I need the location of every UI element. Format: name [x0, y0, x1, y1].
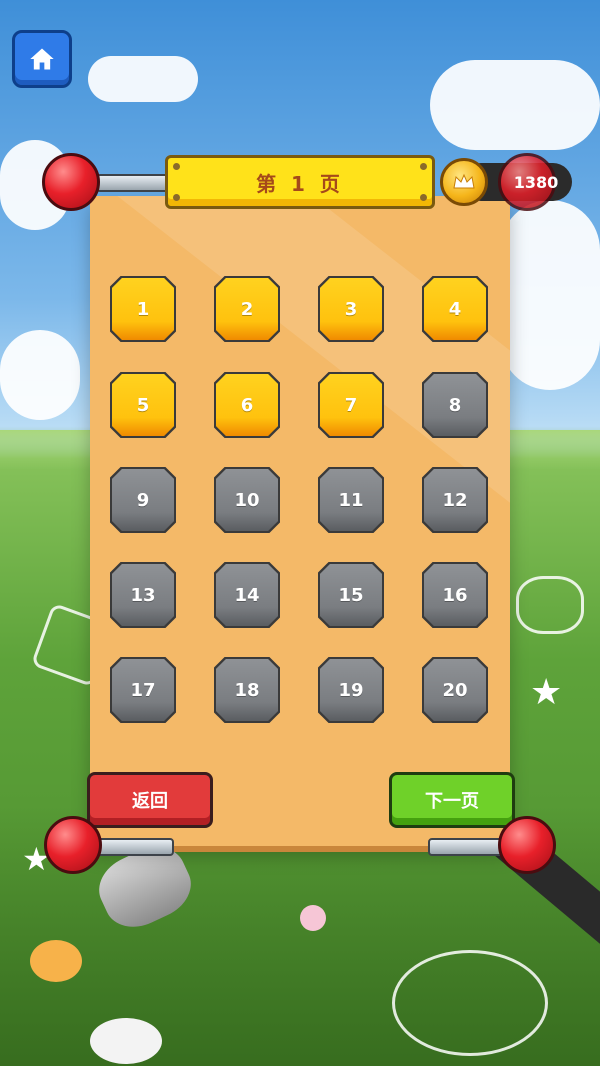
level-button[interactable]: 20 — [422, 657, 488, 723]
crown-icon — [453, 173, 475, 189]
level-label-locked: 12 — [424, 469, 486, 531]
bottom-left-knob — [44, 816, 102, 874]
level-label: 1 — [112, 278, 174, 340]
level-label: 4 — [424, 278, 486, 340]
level-label: 3 — [320, 278, 382, 340]
level-label-locked: 13 — [112, 564, 174, 626]
level-label: 2 — [216, 278, 278, 340]
bottom-left-rod — [96, 838, 174, 856]
level-button[interactable]: 17 — [110, 657, 176, 723]
level-label-locked: 18 — [216, 659, 278, 721]
level-button[interactable]: 3 — [318, 276, 384, 342]
level-button[interactable]: 10 — [214, 467, 280, 533]
level-label: 7 — [320, 374, 382, 436]
level-button[interactable]: 4 — [422, 276, 488, 342]
level-label-locked: 19 — [320, 659, 382, 721]
home-button[interactable] — [12, 30, 72, 88]
level-button[interactable]: 6 — [214, 372, 280, 438]
level-button[interactable]: 7 — [318, 372, 384, 438]
page-title-plate: 第 1 页 — [165, 155, 435, 209]
level-label-locked: 14 — [216, 564, 278, 626]
level-label: 6 — [216, 374, 278, 436]
level-button[interactable]: 5 — [110, 372, 176, 438]
level-button[interactable]: 2 — [214, 276, 280, 342]
flower-icon — [90, 1018, 162, 1064]
level-label-locked: 10 — [216, 469, 278, 531]
level-button[interactable]: 1 — [110, 276, 176, 342]
crown-coin-icon — [440, 158, 488, 206]
top-left-rod — [96, 174, 174, 192]
page-title: 第 1 页 — [256, 171, 344, 196]
level-label-locked: 20 — [424, 659, 486, 721]
level-label-locked: 17 — [112, 659, 174, 721]
level-button[interactable]: 13 — [110, 562, 176, 628]
top-left-knob — [42, 153, 100, 211]
star-icon: ★ — [530, 672, 563, 713]
level-label-locked: 8 — [424, 374, 486, 436]
frog-doodle-icon — [392, 950, 548, 1056]
rivet — [420, 163, 427, 170]
level-label-locked: 15 — [320, 564, 382, 626]
level-button[interactable]: 15 — [318, 562, 384, 628]
level-label-locked: 9 — [112, 469, 174, 531]
level-grid: 1 2 3 4 5 6 7 8 9 10 11 12 13 14 15 16 17 18 19 20 — [110, 276, 490, 723]
level-button[interactable]: 9 — [110, 467, 176, 533]
level-button[interactable]: 19 — [318, 657, 384, 723]
cloud — [430, 60, 600, 150]
level-button[interactable]: 11 — [318, 467, 384, 533]
level-button[interactable]: 18 — [214, 657, 280, 723]
back-button[interactable]: 返回 — [87, 772, 213, 828]
level-label: 5 — [112, 374, 174, 436]
rivet — [173, 163, 180, 170]
level-button[interactable]: 16 — [422, 562, 488, 628]
cloud — [0, 330, 80, 420]
level-label-locked: 11 — [320, 469, 382, 531]
flower-doodle-icon — [516, 576, 584, 634]
flower-icon — [30, 940, 82, 982]
home-icon — [30, 48, 54, 70]
level-button[interactable]: 14 — [214, 562, 280, 628]
rivet — [420, 194, 427, 201]
next-page-button[interactable]: 下一页 — [389, 772, 515, 828]
cloud — [88, 56, 198, 102]
level-button[interactable]: 12 — [422, 467, 488, 533]
flower-icon — [300, 905, 326, 931]
coin-count-label: 1380 — [513, 172, 559, 192]
level-button[interactable]: 8 — [422, 372, 488, 438]
rivet — [173, 194, 180, 201]
bottom-right-knob — [498, 816, 556, 874]
level-label-locked: 16 — [424, 564, 486, 626]
cloud — [500, 200, 600, 390]
